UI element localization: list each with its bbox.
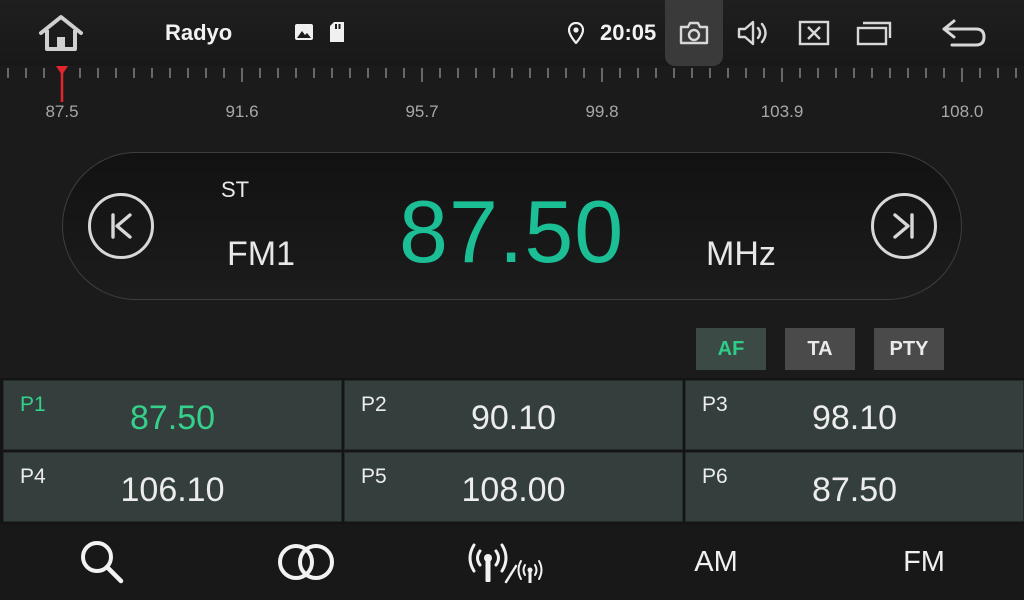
scale-label: 87.5 bbox=[45, 102, 79, 121]
preset-p3[interactable]: P3 98.10 bbox=[685, 380, 1024, 450]
loop-icon bbox=[278, 544, 334, 580]
close-window-icon bbox=[798, 20, 830, 46]
preset-p5[interactable]: P5 108.00 bbox=[344, 452, 683, 522]
antenna-icon bbox=[468, 543, 543, 584]
preset-frequency: 108.00 bbox=[461, 471, 566, 509]
back-button[interactable] bbox=[934, 12, 994, 54]
sd-card-icon bbox=[328, 21, 346, 43]
image-icon bbox=[294, 22, 314, 42]
scale-label: 108.0 bbox=[940, 102, 984, 121]
preset-frequency: 106.10 bbox=[120, 471, 225, 509]
seek-previous-button[interactable] bbox=[88, 193, 154, 259]
scale-ticks bbox=[7, 66, 1017, 102]
frequency-unit: MHz bbox=[706, 235, 776, 273]
home-button[interactable] bbox=[30, 8, 92, 58]
location-icon bbox=[568, 22, 584, 44]
back-icon bbox=[942, 19, 986, 47]
preset-p4[interactable]: P4 106.10 bbox=[3, 452, 342, 522]
am-band-button[interactable]: AM bbox=[676, 524, 756, 600]
clock: 20:05 bbox=[600, 20, 657, 45]
scale-label: 95.7 bbox=[405, 102, 439, 121]
app-title: Radyo bbox=[165, 20, 233, 45]
home-icon bbox=[39, 15, 83, 51]
seek-previous-icon bbox=[111, 213, 132, 239]
multi-window-button[interactable] bbox=[852, 14, 896, 52]
preset-frequency: 90.10 bbox=[470, 399, 557, 437]
camera-icon bbox=[679, 21, 709, 45]
scale-label: 91.6 bbox=[225, 102, 259, 121]
search-button[interactable] bbox=[62, 524, 142, 600]
ta-button[interactable]: TA bbox=[785, 328, 855, 370]
af-button[interactable]: AF bbox=[696, 328, 766, 370]
multi-window-icon bbox=[856, 21, 892, 46]
preset-frequency: 87.50 bbox=[811, 471, 898, 509]
frequency-scale[interactable]: 87.5 91.6 95.7 99.8 103.9 108.0 bbox=[0, 66, 1024, 126]
pty-button[interactable]: PTY bbox=[874, 328, 944, 370]
preset-p1[interactable]: P1 87.50 bbox=[3, 380, 342, 450]
preset-p6[interactable]: P6 87.50 bbox=[685, 452, 1024, 522]
current-frequency: 87.50 bbox=[399, 182, 625, 281]
volume-button[interactable] bbox=[732, 14, 776, 52]
loop-button[interactable] bbox=[266, 524, 346, 600]
preset-frequency: 98.10 bbox=[811, 399, 898, 437]
band-label: FM1 bbox=[227, 235, 295, 273]
scale-label: 103.9 bbox=[760, 102, 804, 121]
preset-grid: P1 87.50 P2 90.10 P3 98.10 P4 106.10 P5 … bbox=[0, 378, 1024, 524]
stereo-indicator: ST bbox=[221, 177, 250, 202]
preset-p2[interactable]: P2 90.10 bbox=[344, 380, 683, 450]
fm-band-button[interactable]: FM bbox=[884, 524, 964, 600]
status-bar: Radyo 20:05 bbox=[0, 0, 1024, 66]
close-window-button[interactable] bbox=[792, 14, 836, 52]
scale-label: 99.8 bbox=[585, 102, 619, 121]
antenna-button[interactable] bbox=[468, 524, 548, 600]
seek-next-button[interactable] bbox=[871, 193, 937, 259]
seek-next-icon bbox=[893, 213, 914, 239]
bottom-bar: AM FM bbox=[0, 524, 1024, 600]
frequency-display: ST FM1 87.50 MHz bbox=[62, 152, 962, 300]
search-icon bbox=[81, 541, 124, 584]
camera-button[interactable] bbox=[665, 0, 723, 66]
volume-icon bbox=[737, 20, 767, 46]
preset-frequency: 87.50 bbox=[129, 399, 216, 437]
